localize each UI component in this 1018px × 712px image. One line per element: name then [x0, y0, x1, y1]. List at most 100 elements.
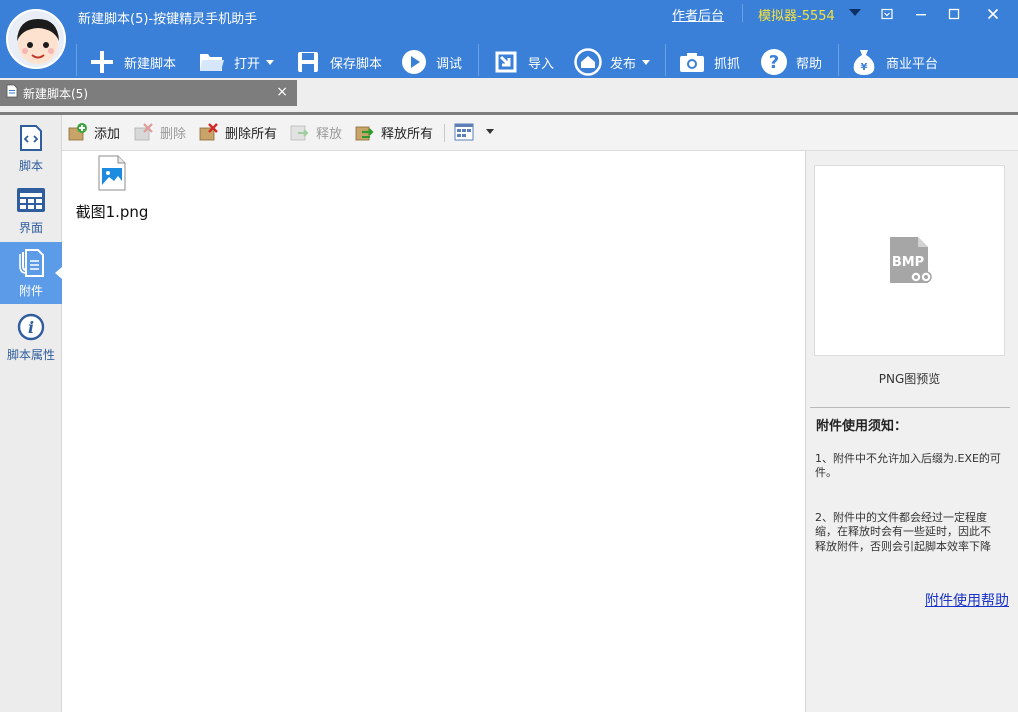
toolbar-divider — [838, 44, 839, 76]
camera-icon — [678, 48, 706, 76]
svg-text:BMP: BMP — [891, 255, 923, 270]
image-file-icon — [97, 155, 127, 195]
help-label: 帮助 — [796, 56, 823, 72]
delete-attachment-button[interactable]: 删除 — [134, 121, 186, 143]
publish-dropdown-icon[interactable] — [642, 59, 651, 65]
attachment-help-link[interactable]: 附件使用帮助 — [925, 590, 1009, 610]
release-all-icon — [355, 122, 375, 142]
file-name: 截图1.png — [75, 203, 149, 221]
toolbar-divider — [76, 44, 77, 76]
open-dropdown-icon[interactable] — [266, 59, 275, 65]
publish-button[interactable]: 发布 — [574, 44, 651, 80]
window-title: 新建脚本(5)-按键精灵手机助手 — [78, 12, 258, 27]
notice-text: 2、附件中的文件都会经过一定程度 — [815, 511, 987, 524]
save-script-button[interactable]: 保存脚本 — [294, 44, 382, 80]
file-item[interactable]: 截图1.png — [72, 155, 152, 222]
minimize-button[interactable] — [904, 0, 938, 28]
maximize-button[interactable] — [937, 0, 971, 28]
window-menu-button[interactable] — [870, 0, 904, 28]
sidebar-item-label: 界面 — [18, 220, 43, 235]
add-attachment-button[interactable]: 添加 — [68, 121, 120, 143]
svg-text:i: i — [28, 318, 34, 337]
avatar[interactable] — [6, 9, 66, 69]
delete-label: 删除 — [160, 126, 187, 142]
sidebar-item-interface[interactable]: 界面 — [0, 179, 62, 241]
toolbar-divider — [665, 44, 666, 76]
import-button[interactable]: 导入 — [492, 44, 554, 80]
money-bag-icon: ¥ — [850, 48, 878, 76]
author-backend-link[interactable]: 作者后台 — [672, 5, 724, 24]
sidebar: 脚本 界面 附件 i 脚本属性 — [0, 115, 62, 712]
script-icon — [16, 123, 46, 153]
release-all-button[interactable]: 释放所有 — [355, 121, 433, 143]
capture-button[interactable]: 抓抓 — [678, 44, 740, 80]
open-button[interactable]: 打开 — [198, 44, 275, 80]
close-icon — [987, 8, 999, 20]
document-tab-strip: 新建脚本(5) × — [0, 78, 1018, 113]
release-button[interactable]: 释放 — [290, 121, 342, 143]
business-platform-button[interactable]: ¥ 商业平台 — [850, 44, 938, 80]
grid-view-icon — [454, 122, 474, 142]
import-icon — [492, 48, 520, 76]
debug-label: 调试 — [436, 56, 463, 72]
add-attachment-icon — [68, 122, 88, 142]
sidebar-item-script[interactable]: 脚本 — [0, 117, 62, 179]
release-icon — [290, 122, 310, 142]
import-label: 导入 — [528, 56, 555, 72]
title-bar: 新建脚本(5)-按键精灵手机助手 作者后台 模拟器-5554 新建脚本 打开 保… — [0, 0, 1018, 78]
bmp-file-icon: BMP — [889, 236, 932, 283]
svg-text:¥: ¥ — [861, 62, 868, 73]
active-indicator — [55, 267, 62, 279]
help-icon: ? — [760, 48, 788, 76]
notice-text: 件。 — [815, 466, 837, 479]
divider — [810, 407, 1010, 408]
plus-icon — [88, 48, 116, 76]
interface-icon — [16, 185, 46, 215]
attachment-toolbar: 添加 删除 删除所有 释放 释放所有 — [62, 115, 1018, 151]
help-button[interactable]: ? 帮助 — [760, 44, 822, 80]
notice-text: 释放附件，否则会引起脚本效率下降 — [815, 540, 991, 553]
new-script-label: 新建脚本 — [124, 56, 177, 72]
view-mode-button[interactable] — [454, 121, 480, 143]
new-script-button[interactable]: 新建脚本 — [88, 44, 176, 80]
toolbar-divider — [478, 44, 479, 76]
toolbar-divider — [444, 124, 445, 142]
svg-text:?: ? — [769, 52, 779, 73]
add-label: 添加 — [94, 126, 121, 142]
capture-label: 抓抓 — [714, 56, 741, 72]
attachment-icon — [16, 248, 46, 278]
business-platform-label: 商业平台 — [886, 56, 939, 72]
info-icon: i — [16, 312, 46, 342]
folder-icon — [198, 48, 226, 76]
sidebar-item-script-properties[interactable]: i 脚本属性 — [0, 306, 62, 368]
sidebar-item-label: 脚本属性 — [6, 347, 55, 362]
delete-attachment-icon — [134, 122, 154, 142]
minimize-icon — [916, 14, 926, 16]
attachment-file-list[interactable]: 截图1.png — [62, 151, 806, 712]
publish-icon — [574, 48, 602, 76]
delete-all-button[interactable]: 删除所有 — [199, 121, 277, 143]
title-divider — [742, 4, 743, 22]
notice-title: 附件使用须知： — [816, 419, 908, 434]
preview-caption: PNG图预览 — [878, 372, 941, 386]
save-icon — [294, 48, 322, 76]
attachment-info-panel: BMP PNG图预览 附件使用须知： 1、附件中不允许加入后缀为.EXE的可 件… — [806, 151, 1018, 712]
close-button[interactable] — [976, 0, 1010, 28]
open-label: 打开 — [234, 56, 261, 72]
sidebar-item-attachment[interactable]: 附件 — [0, 242, 62, 304]
tab-new-script[interactable]: 新建脚本(5) × — [0, 80, 297, 106]
release-label: 释放 — [316, 126, 343, 142]
save-script-label: 保存脚本 — [330, 56, 383, 72]
view-mode-dropdown-icon[interactable] — [486, 129, 494, 134]
publish-label: 发布 — [610, 56, 637, 72]
release-all-label: 释放所有 — [381, 126, 434, 142]
document-icon — [6, 84, 18, 102]
maximize-icon — [948, 8, 960, 20]
tab-label: 新建脚本(5) — [23, 86, 88, 101]
notice-text: 1、附件中不允许加入后缀为.EXE的可 — [815, 452, 1001, 465]
sidebar-item-label: 脚本 — [18, 158, 43, 173]
debug-button[interactable]: 调试 — [400, 44, 462, 80]
tab-close-button[interactable]: × — [276, 84, 288, 100]
emulator-dropdown-icon[interactable] — [849, 9, 861, 16]
emulator-selector[interactable]: 模拟器-5554 — [758, 5, 835, 24]
